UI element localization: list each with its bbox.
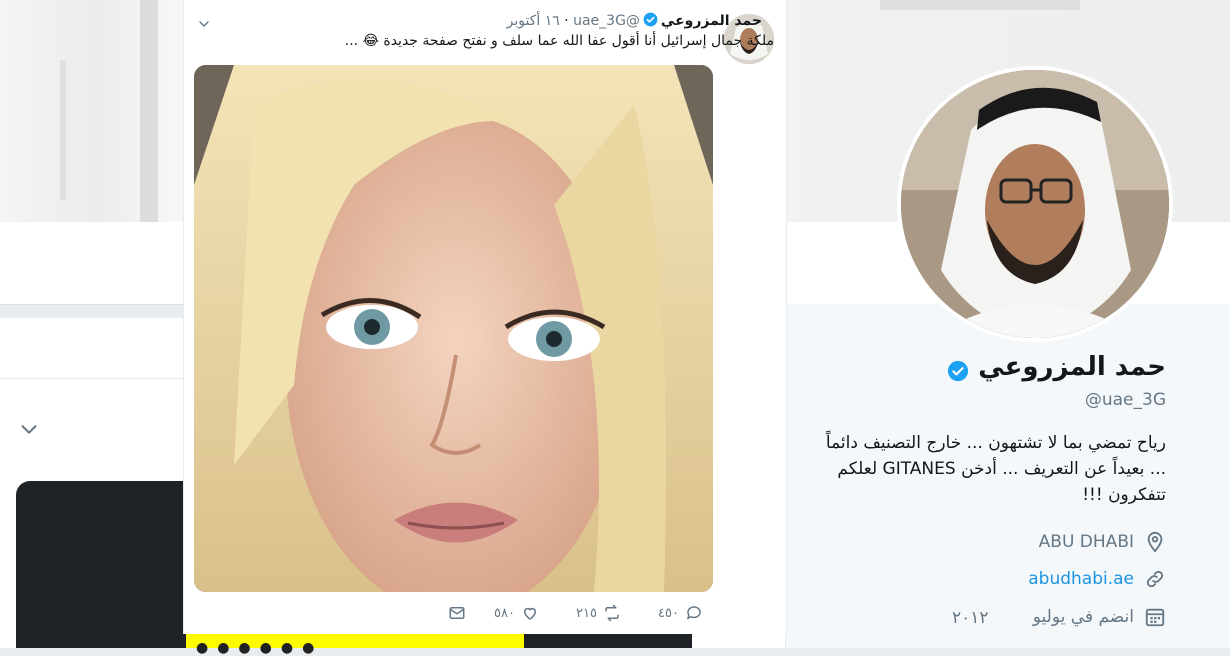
profile-website[interactable]: abudhabi.ae [1028,568,1166,590]
profile-joined: انضم في يوليو [1033,606,1166,628]
header-image-detail [60,60,66,200]
tweet-author-handle[interactable]: @uae_3G [573,13,640,29]
tweet-actions: ٥٨٠ ٢١٥ ٤٥٠ [448,604,718,628]
retweet-icon [605,604,619,622]
like-count: ٥٨٠ [494,605,515,621]
profile-location: ABU DHABI [1039,531,1166,553]
tweet-timestamp[interactable]: ١٦ أكتوبر [507,13,560,29]
tweet-photo[interactable] [194,65,713,592]
calendar-icon [1145,608,1165,627]
dm-button[interactable] [448,604,466,622]
heart-icon [523,607,536,620]
profile-bio: رياح تمضي بما لا تشتهون ... خارج التصنيف… [825,433,1166,505]
chevron-down-icon[interactable] [18,418,40,440]
header-image-detail [140,0,158,222]
reply-icon [686,606,701,620]
chevron-down-icon[interactable] [196,16,212,32]
reply-count: ٤٥٠ [658,605,679,621]
like-button[interactable]: ٥٨٠ [494,604,539,622]
avatar-photo [901,70,1169,338]
retweet-count: ٢١٥ [576,605,597,621]
location-text: ABU DHABI [1038,532,1134,552]
link-icon [1146,570,1164,588]
tweet-header: حمد المزروعي@uae_3G · ١٦ أكتوبر [506,12,762,29]
retweet-button[interactable]: ٢١٥ [576,604,621,622]
profile-name[interactable]: حمد المزروعي [978,352,1166,382]
header-image-detail [880,0,1080,10]
profile-avatar[interactable] [901,70,1169,338]
verified-badge-icon [643,12,658,27]
tweet-text: ملكة جمال إسرائيل أنا أقول عفا الله عما … [344,33,774,49]
tweet-author-name[interactable]: حمد المزروعي [661,13,762,29]
joined-year: ٢٠١٢ [952,608,989,628]
verified-badge-icon [947,360,969,382]
envelope-icon [449,607,465,619]
timeline-media-detail: ●●●●●● [196,640,324,656]
location-pin-icon [1147,531,1163,553]
joined-label: انضم في يوليو [1032,607,1134,627]
reply-button[interactable]: ٤٥٠ [658,604,703,622]
tweet-photo-image [194,65,713,592]
website-link[interactable]: abudhabi.ae [1028,569,1134,589]
profile-handle[interactable]: @uae_3G [1085,390,1166,410]
